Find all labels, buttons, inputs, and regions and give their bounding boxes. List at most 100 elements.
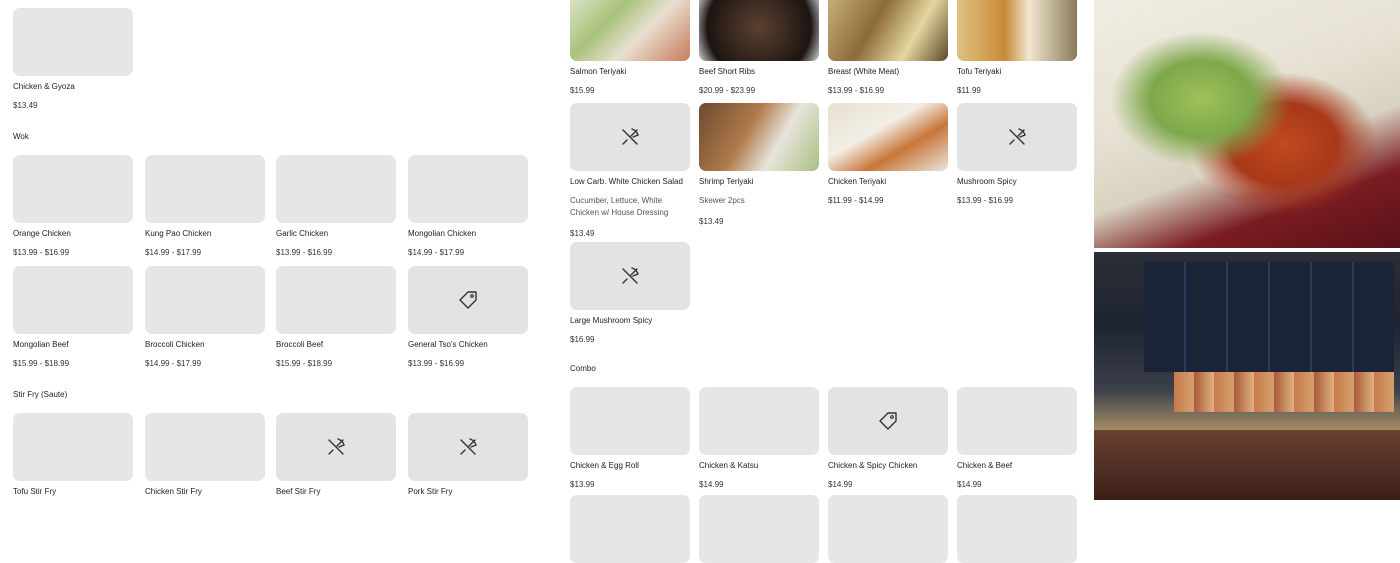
menu-item-name: Kung Pao Chicken [145,229,212,238]
menu-item[interactable]: Pork Stir Fry [408,413,530,496]
menu-item[interactable]: Beef Stir Fry [276,413,398,496]
menu-item[interactable]: Chicken & Egg Roll $13.99 [570,387,692,489]
menu-item-image [570,0,690,61]
menu-item-image [408,413,528,481]
menu-item-image [957,495,1077,563]
menu-item-image [408,266,528,334]
menu-item-image [570,495,690,563]
menu-item-price: $11.99 - $14.99 [828,196,884,205]
menu-item-name: Breast (White Meat) [828,67,900,76]
menu-item-image [957,0,1077,61]
menu-item-image [570,242,690,310]
menu-item-image [828,495,948,563]
menu-item[interactable]: Beef Short Ribs $20.99 - $23.99 [699,0,821,95]
menu-item-price: $13.99 - $16.99 [276,248,333,257]
restaurant-photos [1094,0,1400,500]
menu-item-image [13,8,133,76]
menu-item[interactable]: Chicken & Spicy Chicken $14.99 [828,387,950,489]
menu-item-image [570,387,690,455]
menu-item-price: $13.99 - $16.99 [957,196,1014,205]
menu-item-image [957,103,1077,171]
menu-item[interactable] [699,495,821,563]
menu-item-name: Chicken & Egg Roll [570,461,639,470]
menu-item[interactable]: Chicken Teriyaki $11.99 - $14.99 [828,103,950,205]
menu-item-price: $14.99 [957,480,982,489]
menu-item[interactable]: Broccoli Beef $15.99 - $18.99 [276,266,398,368]
menu-item-image [957,387,1077,455]
menu-item[interactable]: Broccoli Chicken $14.99 - $17.99 [145,266,267,368]
menu-item-price: $13.49 [13,101,38,110]
menu-item[interactable]: Tofu Stir Fry [13,413,135,496]
menu-item-name: Low Carb. White Chicken Salad [570,177,683,186]
menu-item-name: Salmon Teriyaki [570,67,627,76]
menu-item[interactable]: Mushroom Spicy $13.99 - $16.99 [957,103,1079,205]
menu-item[interactable]: Mongolian Beef $15.99 - $18.99 [13,266,135,368]
food-photo[interactable] [1094,0,1400,248]
fork-knife-icon [1009,128,1026,145]
menu-item-price: $14.99 [699,480,724,489]
menu-item[interactable] [957,495,1079,563]
menu-item-price: $16.99 [570,335,595,344]
section-title-stir-fry: Stir Fry (Saute) [13,390,68,399]
menu-item-price: $14.99 - $17.99 [145,359,202,368]
menu-board-pictures [1174,372,1394,412]
menu-item-name: Mushroom Spicy [957,177,1017,186]
menu-item[interactable]: Salmon Teriyaki $15.99 [570,0,692,95]
menu-item-name: Beef Stir Fry [276,487,321,496]
menu-item[interactable]: Chicken & Katsu $14.99 [699,387,821,489]
menu-item-price: $13.99 - $16.99 [828,86,885,95]
menu-item-price: $14.99 [828,480,853,489]
menu-item[interactable] [570,495,692,563]
menu-item-name: Beef Short Ribs [699,67,756,76]
menu-item-name: Chicken & Katsu [699,461,759,470]
menu-item-image [699,495,819,563]
menu-item-name: Orange Chicken [13,229,71,238]
menu-item-price: $14.99 - $17.99 [408,248,465,257]
menu-item-description: Cucumber, Lettuce, White Chicken w/ Hous… [570,196,669,217]
menu-item-price: $13.99 [570,480,595,489]
menu-item[interactable]: Chicken & Beef $14.99 [957,387,1079,489]
menu-item[interactable]: Mongolian Chicken $14.99 - $17.99 [408,155,530,257]
menu-item-image [13,266,133,334]
menu-item[interactable]: Low Carb. White Chicken Salad Cucumber, … [570,103,692,238]
menu-item-name: Garlic Chicken [276,229,329,238]
menu-item-image [828,103,948,171]
menu-item-name: Mongolian Chicken [408,229,477,238]
fork-knife-icon [622,267,639,284]
menu-item-price: $13.49 [570,229,595,238]
menu-item-name: General Tso's Chicken [408,340,488,349]
menu-item[interactable]: Garlic Chicken $13.99 - $16.99 [276,155,398,257]
menu-item[interactable]: Large Mushroom Spicy $16.99 [570,242,692,344]
menu-item[interactable]: Orange Chicken $13.99 - $16.99 [13,155,135,257]
menu-item-image [13,155,133,223]
section-title-wok: Wok [13,132,29,141]
menu-item-price: $11.99 [957,86,981,95]
restaurant-interior-photo[interactable] [1094,252,1400,500]
menu-item-image [699,387,819,455]
menu-item-name: Shrimp Teriyaki [699,177,754,186]
menu-item-name: Broccoli Beef [276,340,324,349]
menu-item[interactable]: General Tso's Chicken $13.99 - $16.99 [408,266,530,368]
menu-item-image [145,413,265,481]
menu-item-price: $20.99 - $23.99 [699,86,756,95]
menu-item[interactable] [828,495,950,563]
menu-item[interactable]: Kung Pao Chicken $14.99 - $17.99 [145,155,267,257]
menu-item-chicken-gyoza[interactable]: Chicken & Gyoza $13.49 [13,8,135,110]
tag-icon [879,412,897,430]
menu-item-name: Chicken & Beef [957,461,1013,470]
menu-item-name: Tofu Teriyaki [957,67,1002,76]
menu-item[interactable]: Tofu Teriyaki $11.99 [957,0,1079,95]
menu-item-image [276,413,396,481]
fork-knife-icon [460,438,477,455]
menu-item-name: Chicken Stir Fry [145,487,202,496]
menu-item-image [145,155,265,223]
tag-icon [459,291,477,309]
menu-item-price: $14.99 - $17.99 [145,248,202,257]
menu-item[interactable]: Chicken Stir Fry [145,413,267,496]
menu-item-name: Pork Stir Fry [408,487,453,496]
menu-item-name: Chicken & Gyoza [13,82,75,91]
menu-item[interactable]: Breast (White Meat) $13.99 - $16.99 [828,0,950,95]
menu-item[interactable]: Shrimp Teriyaki Skewer 2pcs $13.49 [699,103,821,226]
menu-item-name: Chicken & Spicy Chicken [828,461,918,470]
menu-item-image [699,103,819,171]
